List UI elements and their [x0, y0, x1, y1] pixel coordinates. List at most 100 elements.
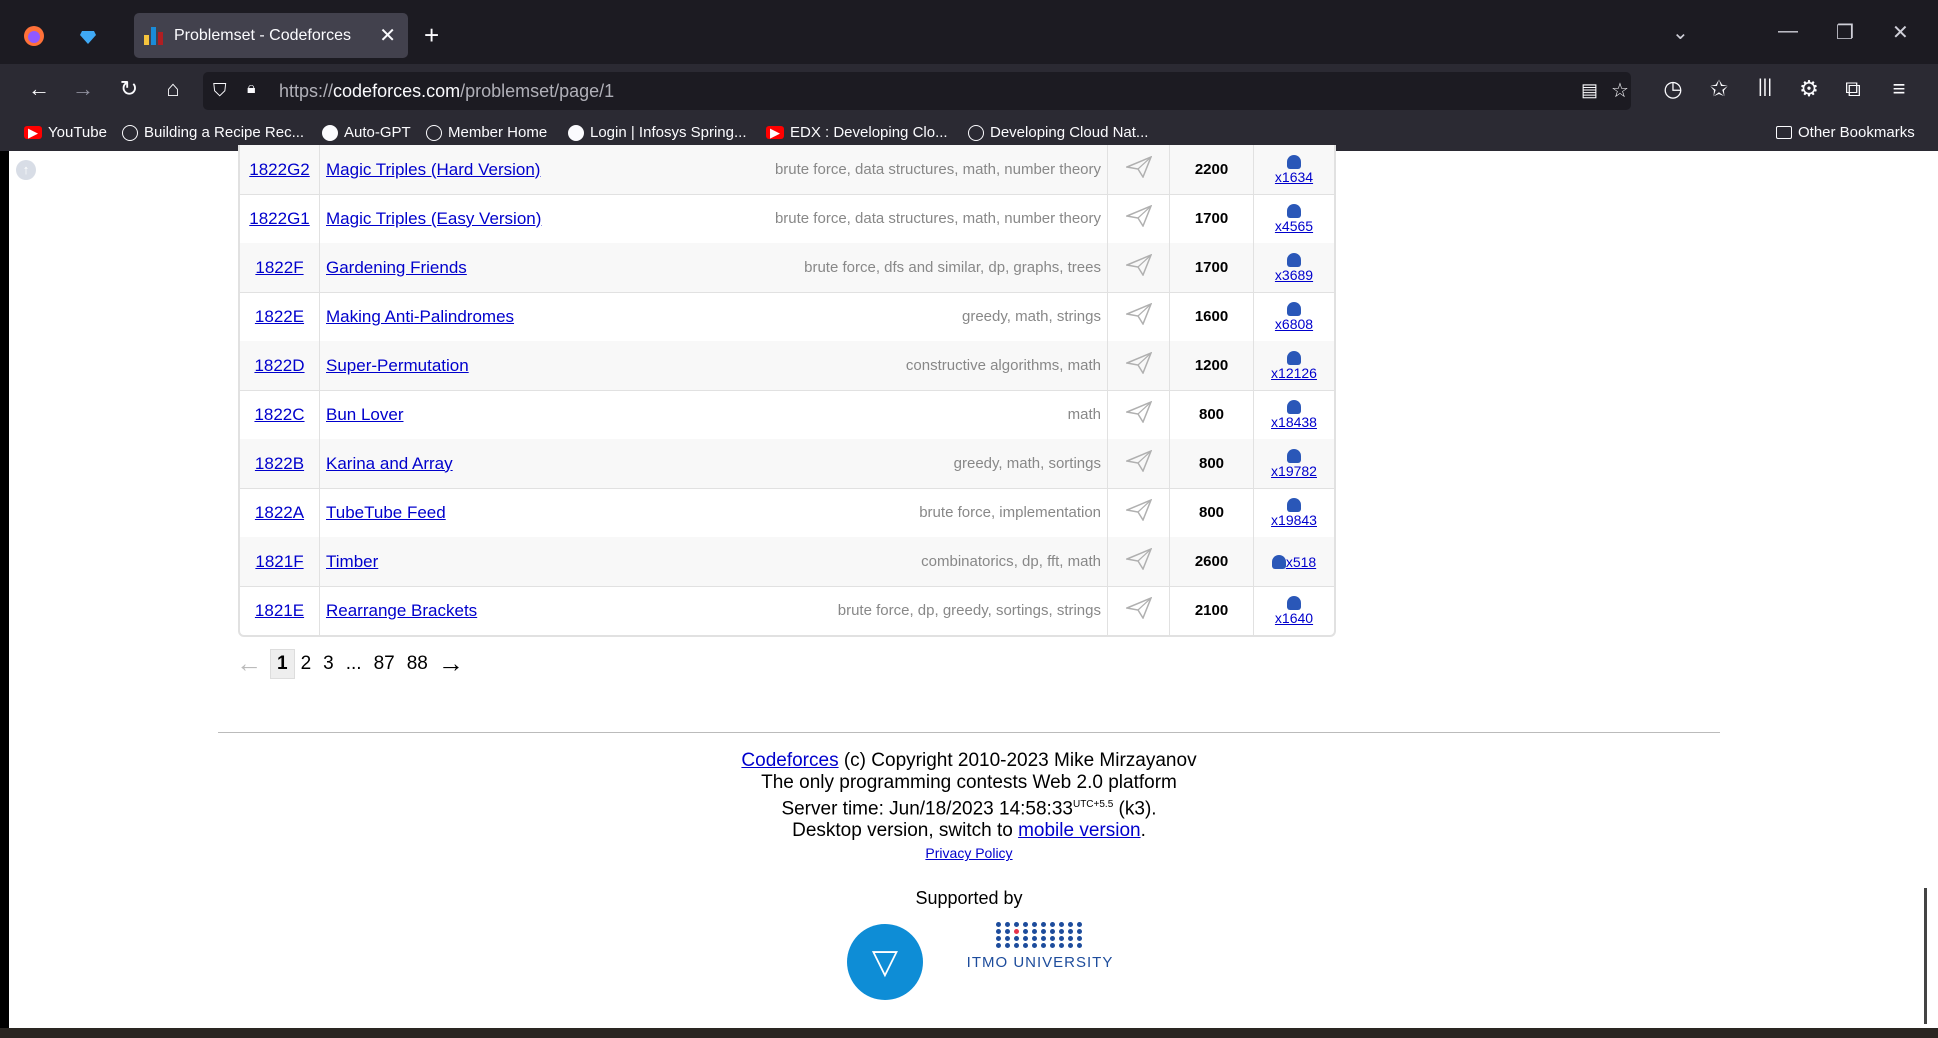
- solved-count-link[interactable]: x19782: [1271, 463, 1317, 479]
- close-tab-icon[interactable]: ✕: [379, 23, 396, 48]
- tag-link[interactable]: combinatorics: [921, 553, 1014, 570]
- submit-paper-plane-icon[interactable]: [1123, 449, 1152, 478]
- problem-name-link[interactable]: Magic Triples (Hard Version): [326, 160, 540, 180]
- submit-paper-plane-icon[interactable]: [1123, 547, 1152, 576]
- itmo-logo[interactable]: ITMO UNIVERSITY: [962, 922, 1118, 971]
- tag-link[interactable]: brute force: [919, 504, 991, 521]
- minimize-button[interactable]: —: [1778, 20, 1798, 43]
- page-link-87[interactable]: 87: [368, 650, 401, 678]
- tag-link[interactable]: sortings: [996, 602, 1049, 619]
- page-link-88[interactable]: 88: [401, 650, 434, 678]
- scrollbar-thumb[interactable]: [1924, 888, 1927, 1024]
- submit-paper-plane-icon[interactable]: [1123, 155, 1152, 184]
- menu-icon[interactable]: ≡: [1884, 76, 1914, 102]
- tag-link[interactable]: brute force: [775, 210, 847, 227]
- solved-count-link[interactable]: x1640: [1275, 610, 1313, 626]
- tag-link[interactable]: math: [1068, 406, 1101, 423]
- extensions-icon[interactable]: ⧉: [1838, 76, 1868, 102]
- mobile-version-link[interactable]: mobile version: [1018, 820, 1141, 841]
- bookmark-item[interactable]: Auto-GPT: [322, 124, 411, 141]
- next-page-arrow-icon[interactable]: →: [438, 648, 464, 679]
- tag-link[interactable]: math: [1068, 357, 1101, 374]
- problem-id-link[interactable]: 1821E: [255, 601, 304, 621]
- solved-count-link[interactable]: x518: [1286, 554, 1316, 570]
- tag-link[interactable]: math: [1015, 308, 1048, 325]
- submit-paper-plane-icon[interactable]: [1123, 253, 1152, 282]
- solved-count-link[interactable]: x12126: [1271, 365, 1317, 381]
- ton-logo-icon[interactable]: ▽: [847, 924, 923, 1000]
- tag-link[interactable]: dp: [918, 602, 935, 619]
- firefox-icon[interactable]: [18, 20, 50, 52]
- tag-link[interactable]: brute force: [838, 602, 910, 619]
- tag-link[interactable]: dp: [1022, 553, 1039, 570]
- bookmark-item[interactable]: Building a Recipe Rec...: [122, 124, 304, 141]
- tag-link[interactable]: strings: [1057, 308, 1101, 325]
- bookmark-item[interactable]: ▶ EDX : Developing Clo...: [766, 124, 948, 141]
- solved-count-link[interactable]: x6808: [1275, 316, 1313, 332]
- tag-link[interactable]: implementation: [999, 504, 1101, 521]
- submit-paper-plane-icon[interactable]: [1123, 498, 1152, 527]
- problem-name-link[interactable]: Rearrange Brackets: [326, 601, 477, 621]
- solved-count-link[interactable]: x1634: [1275, 169, 1313, 185]
- tag-link[interactable]: dfs and similar: [884, 259, 980, 276]
- problem-name-link[interactable]: Magic Triples (Easy Version): [326, 209, 541, 229]
- solved-count-link[interactable]: x18438: [1271, 414, 1317, 430]
- list-all-tabs-icon[interactable]: ⌄: [1672, 20, 1689, 45]
- back-button[interactable]: ←: [24, 76, 54, 102]
- tag-link[interactable]: math: [963, 161, 996, 178]
- tag-link[interactable]: number theory: [1004, 161, 1101, 178]
- problem-name-link[interactable]: Super-Permutation: [326, 356, 469, 376]
- problem-id-link[interactable]: 1822G1: [249, 209, 310, 229]
- restore-button[interactable]: ❐: [1836, 20, 1854, 45]
- tag-link[interactable]: greedy: [962, 308, 1007, 325]
- submit-paper-plane-icon[interactable]: [1123, 400, 1152, 429]
- home-button[interactable]: ⌂: [158, 76, 188, 102]
- forward-button[interactable]: →: [68, 76, 98, 102]
- bookmark-star-icon[interactable]: ☆: [1611, 78, 1629, 103]
- tag-link[interactable]: math: [1007, 455, 1040, 472]
- solved-count-link[interactable]: x3689: [1275, 267, 1313, 283]
- bookmark-item[interactable]: Developing Cloud Nat...: [968, 124, 1148, 141]
- tag-link[interactable]: strings: [1057, 602, 1101, 619]
- pinned-tab-gem-icon[interactable]: [72, 20, 104, 52]
- problem-id-link[interactable]: 1822D: [254, 356, 304, 376]
- pocket-icon[interactable]: ✩: [1704, 76, 1734, 102]
- tag-link[interactable]: data structures: [855, 161, 954, 178]
- reader-view-icon[interactable]: ▤: [1581, 80, 1598, 101]
- tag-link[interactable]: greedy: [943, 602, 988, 619]
- problem-name-link[interactable]: Timber: [326, 552, 378, 572]
- problem-name-link[interactable]: Karina and Array: [326, 454, 453, 474]
- new-tab-button[interactable]: +: [424, 20, 439, 51]
- tag-link[interactable]: number theory: [1004, 210, 1101, 227]
- tag-link[interactable]: math: [1068, 553, 1101, 570]
- problem-id-link[interactable]: 1822G2: [249, 160, 310, 180]
- other-bookmarks[interactable]: Other Bookmarks: [1776, 124, 1915, 141]
- close-window-button[interactable]: ✕: [1892, 20, 1909, 45]
- scroll-up-icon[interactable]: ↑: [16, 160, 36, 180]
- solved-count-link[interactable]: x19843: [1271, 512, 1317, 528]
- settings-gear-icon[interactable]: ⚙: [1794, 76, 1824, 102]
- tag-link[interactable]: greedy: [954, 455, 999, 472]
- tag-link[interactable]: math: [963, 210, 996, 227]
- submit-paper-plane-icon[interactable]: [1123, 302, 1152, 331]
- history-icon[interactable]: ◷: [1658, 76, 1688, 102]
- problem-id-link[interactable]: 1822A: [255, 503, 304, 523]
- problem-id-link[interactable]: 1822F: [255, 258, 303, 278]
- submit-paper-plane-icon[interactable]: [1123, 351, 1152, 380]
- page-link-1[interactable]: 1: [270, 648, 295, 679]
- shield-icon[interactable]: ⛉: [213, 80, 227, 101]
- page-link-3[interactable]: 3: [317, 650, 340, 678]
- tag-link[interactable]: constructive algorithms: [906, 357, 1059, 374]
- tag-link[interactable]: brute force: [804, 259, 876, 276]
- problem-name-link[interactable]: Gardening Friends: [326, 258, 467, 278]
- problem-id-link[interactable]: 1822B: [255, 454, 304, 474]
- solved-count-link[interactable]: x4565: [1275, 218, 1313, 234]
- tab-problemset[interactable]: Problemset - Codeforces ✕: [134, 13, 408, 58]
- lock-icon[interactable]: 🔒︎: [247, 80, 256, 98]
- submit-paper-plane-icon[interactable]: [1123, 596, 1152, 625]
- library-icon[interactable]: |||: [1750, 76, 1780, 97]
- tag-link[interactable]: brute force: [775, 161, 847, 178]
- address-bar[interactable]: ⛉ 🔒︎ https://codeforces.com/problemset/p…: [203, 72, 1631, 110]
- tag-link[interactable]: graphs: [1013, 259, 1059, 276]
- problem-name-link[interactable]: TubeTube Feed: [326, 503, 446, 523]
